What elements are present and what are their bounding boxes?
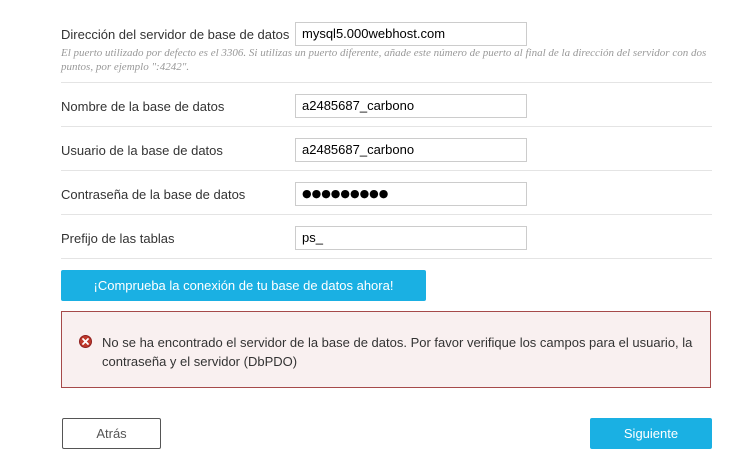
divider xyxy=(61,258,712,259)
divider xyxy=(61,214,712,215)
db-name-input[interactable]: a2485687_carbono xyxy=(295,94,527,118)
divider xyxy=(61,170,712,171)
server-port-hint: El puerto utilizado por defecto es el 33… xyxy=(61,47,707,73)
db-user-input[interactable]: a2485687_carbono xyxy=(295,138,527,162)
table-prefix-input[interactable]: ps_ xyxy=(295,226,527,250)
db-password-input[interactable]: ●●●●●●●●● xyxy=(295,182,527,206)
back-button[interactable]: Atrás xyxy=(62,418,161,449)
error-message: No se ha encontrado el servidor de la ba… xyxy=(102,335,693,369)
check-db-connection-button[interactable]: ¡Comprueba la conexión de tu base de dat… xyxy=(61,270,426,301)
error-x-icon xyxy=(79,335,92,348)
db-password-label: Contraseña de la base de datos xyxy=(61,187,246,202)
db-name-label: Nombre de la base de datos xyxy=(61,99,225,114)
db-user-label: Usuario de la base de datos xyxy=(61,143,223,158)
server-address-input[interactable]: mysql5.000webhost.com xyxy=(295,22,527,46)
error-alert: No se ha encontrado el servidor de la ba… xyxy=(61,311,711,388)
next-button[interactable]: Siguiente xyxy=(590,418,712,449)
server-address-label: Dirección del servidor de base de datos xyxy=(61,27,290,42)
divider xyxy=(61,126,712,127)
divider xyxy=(61,82,712,83)
table-prefix-label: Prefijo de las tablas xyxy=(61,231,175,246)
